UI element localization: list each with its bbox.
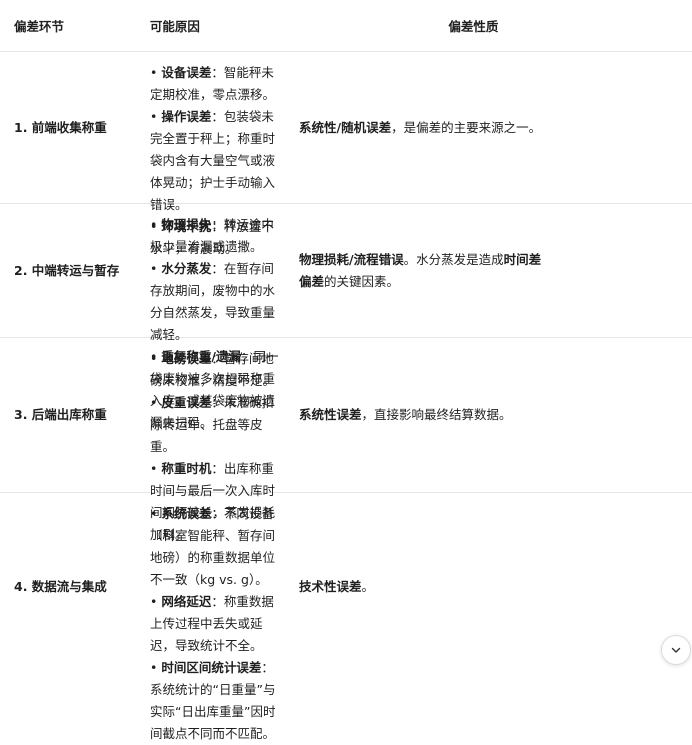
table-row: 2. 中端转运与暂存 • 物理损失：转运途中极少量渗漏或遗撒。 • 水分蒸发：在暂存… — [0, 204, 692, 430]
table-header-row: 偏差环节 可能原因 偏差性质 — [0, 0, 692, 52]
reason-item: • 网络延迟：称重数据上传过程中丢失或延迟，导致统计不全。 — [150, 591, 286, 657]
reasons-cell: • 设备误差：智能秤未定期校准，零点漂移。 • 操作误差：包装袋未完全置于秤上；称… — [0, 52, 286, 256]
bullet: • — [150, 217, 158, 232]
reason-title: 操作误差 — [161, 109, 212, 124]
nature-title: 系统性误差 — [299, 407, 362, 422]
reason-item: • 操作误差：包装袋未完全置于秤上；称重时袋内含有大量空气或液体晃动；护士手动输… — [150, 106, 286, 216]
reason-title: 网络延迟 — [161, 594, 212, 609]
reason-item: • 系统误差：不同设备（科室智能秤、暂存间地磅）的称重数据单位不一致（kg vs… — [150, 503, 286, 591]
nature-detail: ，是偏差的主要来源之一。 — [391, 119, 542, 135]
reason-title: 地磅误差 — [161, 351, 212, 366]
nature-title: 物理损耗/流程错误 — [299, 251, 404, 267]
bullet: • — [150, 261, 158, 276]
reason-title: 物理损失 — [161, 217, 212, 232]
header-nature: 偏差性质 — [448, 19, 499, 34]
reason-title: 时间区间统计误差 — [161, 660, 262, 675]
nature-cell: 物理损耗/流程错误。水分蒸发是造成时间差偏差的关键因素。 — [286, 204, 543, 337]
reason-item: • 物理损失：转运途中极少量渗漏或遗撒。 — [150, 214, 286, 258]
nature-text: 物理损耗/流程错误。水分蒸发是造成时间差偏差的关键因素。 — [299, 249, 543, 293]
nature-detail: 。 — [361, 579, 375, 594]
reason-title: 称重时机 — [161, 461, 212, 476]
reason-title: 皮重误差 — [161, 395, 212, 410]
reasons-cell: • 物理损失：转运途中极少量渗漏或遗撒。 • 水分蒸发：在暂存间存放期间，废物中的… — [0, 204, 286, 430]
reason-text: ：包装袋未完全置于秤上；称重时袋内含有大量空气或液体晃动；护士手动输入错误。 — [150, 109, 276, 212]
nature-text: 系统性/随机误差，是偏差的主要来源之一。 — [299, 117, 541, 139]
bullet: • — [150, 109, 158, 124]
nature-detail: 。水分蒸发是造成 — [403, 251, 504, 267]
table-row: 3. 后端出库称重 • 地磅误差：暂存间地磅未校准，精度不足。 • 皮重误差：未准确… — [0, 338, 692, 542]
reasons-cell: • 地磅误差：暂存间地磅未校准，精度不足。 • 皮重误差：未准确扣除转运车、托盘等… — [0, 338, 286, 542]
reason-item: • 皮重误差：未准确扣除转运车、托盘等皮重。 — [150, 392, 286, 458]
table-row: 4. 数据流与集成 • 系统误差：不同设备（科室智能秤、暂存间地磅）的称重数据单位… — [0, 493, 692, 741]
nature-text: 系统性误差，直接影响最终结算数据。 — [299, 404, 512, 426]
deviation-table: 偏差环节 可能原因 偏差性质 1. 前端收集称重 • 设备误差：智能秤未定期校准，… — [0, 0, 692, 741]
bullet: • — [150, 594, 158, 609]
header-reasons: 可能原因 — [149, 19, 200, 34]
nature-cell: 系统性/随机误差，是偏差的主要来源之一。 — [286, 52, 543, 203]
reason-title: 设备误差 — [161, 65, 212, 80]
nature-detail: 的关键因素。 — [324, 273, 400, 289]
scroll-down-button[interactable] — [661, 635, 691, 665]
reason-item: • 时间区间统计误差：系统统计的“日重量”与实际“日出库重量”因时间截点不同而不… — [150, 657, 286, 745]
bullet: • — [150, 395, 158, 410]
reason-item: • 水分蒸发：在暂存间存放期间，废物中的水分自然蒸发，导致重量减轻。 — [150, 258, 286, 346]
nature-title: 技术性误差 — [299, 579, 362, 594]
bullet: • — [150, 461, 158, 476]
bullet: • — [150, 65, 158, 80]
bullet: • — [150, 506, 158, 521]
table-row: 1. 前端收集称重 • 设备误差：智能秤未定期校准，零点漂移。 • 操作误差：包装袋… — [0, 52, 692, 256]
reason-title: 系统误差 — [161, 506, 212, 521]
reasons-cell: • 系统误差：不同设备（科室智能秤、暂存间地磅）的称重数据单位不一致（kg vs… — [0, 493, 286, 741]
nature-text: 技术性误差。 — [299, 576, 374, 598]
reason-item: • 设备误差：智能秤未定期校准，零点漂移。 — [150, 62, 286, 106]
nature-detail: ，直接影响最终结算数据。 — [361, 407, 512, 422]
chevron-down-icon — [671, 647, 681, 653]
bullet: • — [150, 351, 158, 366]
nature-cell: 技术性误差。 — [286, 493, 543, 681]
reason-item: • 地磅误差：暂存间地磅未校准，精度不足。 — [150, 348, 286, 392]
bullet: • — [150, 660, 158, 675]
reason-title: 水分蒸发 — [161, 261, 212, 276]
nature-cell: 系统性误差，直接影响最终结算数据。 — [286, 338, 543, 492]
nature-title: 系统性/随机误差 — [299, 119, 392, 135]
